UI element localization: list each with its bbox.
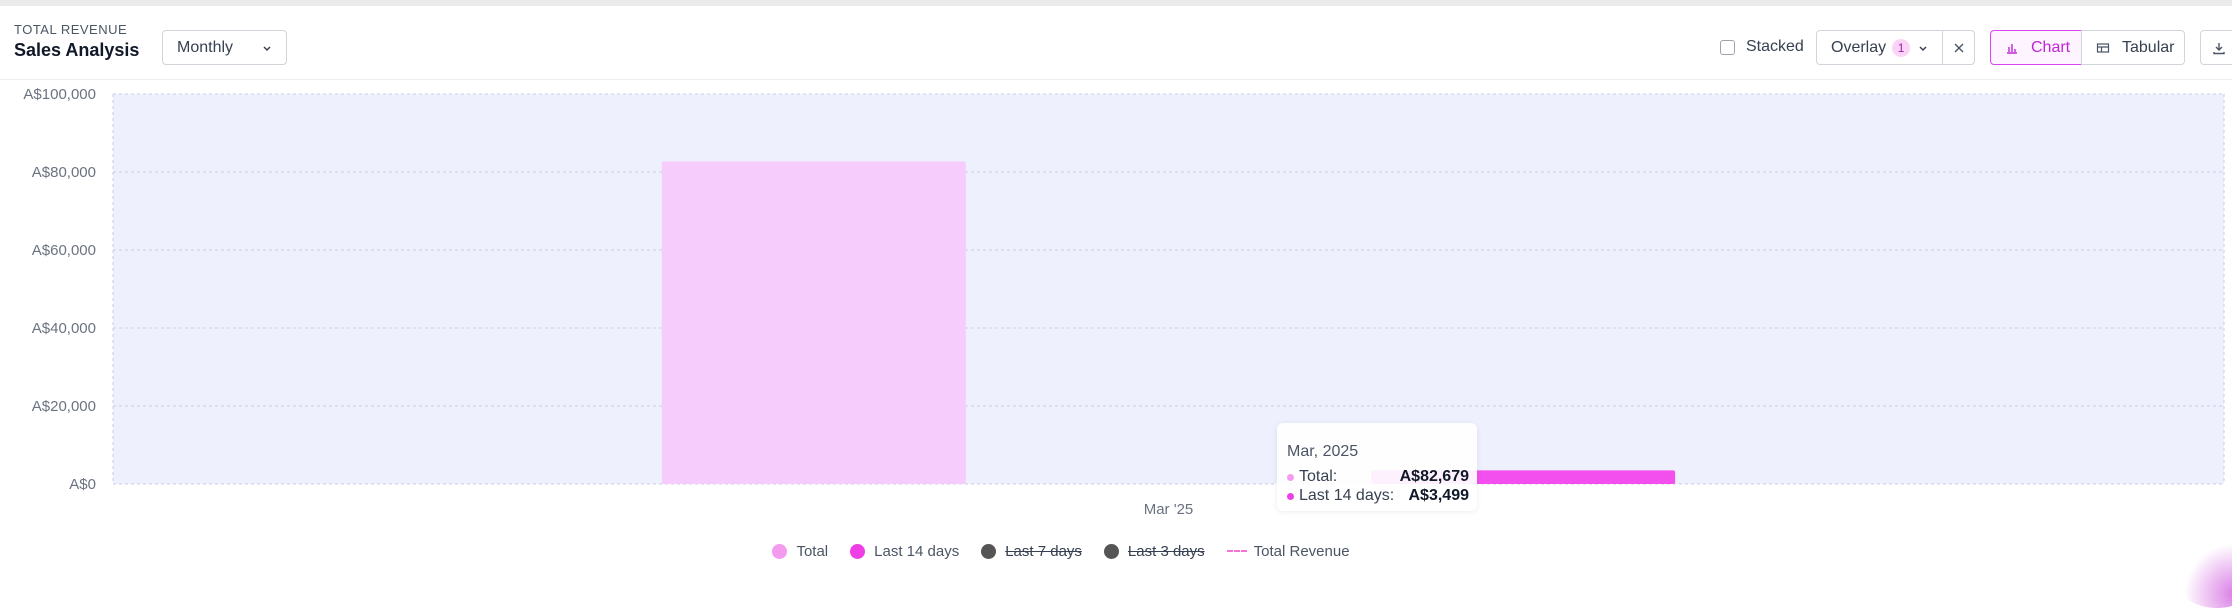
stacked-toggle[interactable]: Stacked [1720,32,1804,62]
tab-tabular[interactable]: Tabular [2081,30,2185,65]
period-select[interactable]: Monthly [162,30,287,65]
tooltip-label-total: Total: [1299,468,1337,486]
legend-item-total[interactable]: Total [772,543,828,560]
legend-item-total-revenue[interactable]: Total Revenue [1227,543,1350,560]
overlay-clear-button[interactable] [1943,30,1975,65]
bar-total [662,162,966,484]
legend-dashed-line [1227,550,1247,552]
tab-chart-label: Chart [2031,39,2070,57]
legend-item-last-14-days[interactable]: Last 14 days [850,543,959,560]
legend-label: Total [796,543,828,560]
chart-tooltip: Mar, 2025 Total: A$82,679 Last 14 days: … [1277,423,1477,511]
download-icon [2212,41,2226,55]
legend-swatch [850,544,865,559]
x-tick-label: Mar '25 [1144,501,1194,518]
y-tick-label: A$60,000 [32,242,96,259]
tooltip-dot-last-14-days [1287,493,1294,500]
overlay-label: Overlay [1831,39,1886,57]
tab-tabular-label: Tabular [2122,39,2174,57]
period-select-value: Monthly [177,39,233,57]
download-button[interactable] [2200,30,2232,65]
chevron-down-icon [1916,41,1930,55]
table-icon [2096,41,2110,55]
stacked-checkbox[interactable] [1720,40,1735,55]
tab-chart[interactable]: Chart [1990,30,2082,65]
chart-header: TOTAL REVENUE Sales Analysis Monthly Sta… [0,6,2232,80]
tooltip-value-total: A$82,679 [1400,468,1469,486]
y-tick-label: A$20,000 [32,398,96,415]
bar-chart: A$0 A$20,000 A$40,000 A$60,000 A$80,000 A$100… [0,80,2232,536]
header-kicker: TOTAL REVENUE [14,22,127,37]
tooltip-value-last-14-days: A$3,499 [1409,487,1470,505]
plot-background [113,94,2224,484]
legend-label: Last 14 days [874,543,959,560]
bar-chart-icon [2005,41,2019,55]
legend-label: Last 3 days [1128,543,1205,560]
page-title: Sales Analysis [14,40,139,61]
overlay-select[interactable]: Overlay 1 [1816,30,1943,65]
tooltip-label-last-14-days: Last 14 days: [1299,487,1394,505]
tooltip-row-last-14-days: Last 14 days: A$3,499 [1287,487,1469,505]
tooltip-dot-total [1287,474,1294,481]
chevron-down-icon [260,41,274,55]
overlay-count-badge: 1 [1892,39,1910,57]
legend-label: Last 7 days [1005,543,1082,560]
tooltip-row-total: Total: A$82,679 [1287,468,1469,486]
stacked-label: Stacked [1746,38,1804,56]
legend-item-last-7-days[interactable]: Last 7 days [981,543,1082,560]
chart-area: A$0 A$20,000 A$40,000 A$60,000 A$80,000 A$100… [0,80,2232,568]
legend-swatch [981,544,996,559]
tooltip-title: Mar, 2025 [1287,443,1358,461]
y-tick-label: A$100,000 [23,86,96,103]
y-tick-label: A$0 [69,476,96,493]
chart-legend: Total Last 14 days Last 7 days Last 3 da… [0,538,2232,564]
y-tick-label: A$40,000 [32,320,96,337]
legend-swatch [1104,544,1119,559]
legend-label: Total Revenue [1254,543,1350,560]
legend-swatch [772,544,787,559]
close-icon [1953,42,1965,54]
y-tick-label: A$80,000 [32,164,96,181]
legend-item-last-3-days[interactable]: Last 3 days [1104,543,1205,560]
